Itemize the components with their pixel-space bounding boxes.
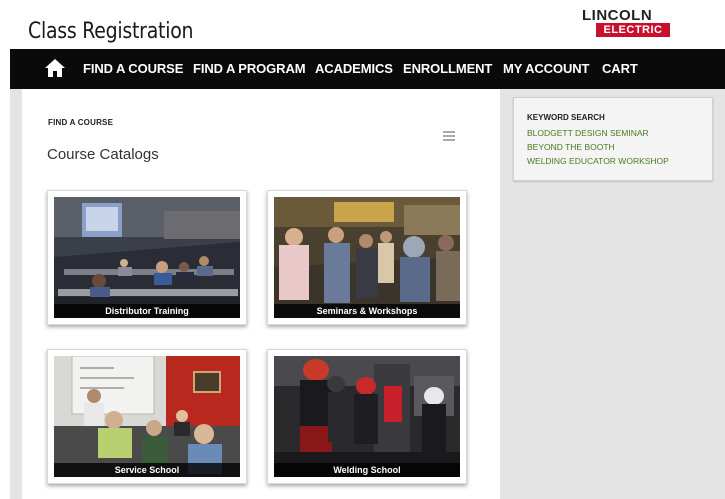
keyword-link-beyond-the-booth[interactable]: BEYOND THE BOOTH — [527, 142, 615, 152]
course-card-welding-school[interactable]: Welding School — [267, 349, 467, 484]
welding-school-photo: Welding School — [274, 356, 460, 477]
keyword-search-heading: KEYWORD SEARCH — [527, 113, 605, 122]
classroom-photo: Distributor Training — [54, 197, 240, 318]
course-card-seminars-workshops[interactable]: Seminars & Workshops — [267, 190, 467, 325]
left-gutter — [10, 89, 22, 499]
service-school-photo: Service School — [54, 356, 240, 477]
keyword-search-box: KEYWORD SEARCH BLODGETT DESIGN SEMINAR B… — [513, 97, 713, 181]
home-icon[interactable] — [45, 59, 65, 77]
card-caption: Service School — [54, 463, 240, 477]
page-title: Course Catalogs — [47, 146, 159, 163]
site-header: Class Registration LINCOLN ELECTRIC — [0, 0, 725, 49]
page-title-header: Class Registration — [28, 19, 194, 44]
main-content: FIND A COURSE Course Catalogs Distributo… — [22, 89, 500, 499]
course-card-service-school[interactable]: Service School — [47, 349, 247, 484]
nav-cart[interactable]: CART — [602, 49, 638, 89]
hamburger-menu-icon[interactable] — [443, 131, 455, 141]
logo-wordmark-bottom: ELECTRIC — [596, 23, 670, 37]
main-nav: FIND A COURSE FIND A PROGRAM ACADEMICS E… — [10, 49, 725, 89]
course-card-distributor-training[interactable]: Distributor Training — [47, 190, 247, 325]
nav-my-account[interactable]: MY ACCOUNT — [503, 49, 589, 89]
nav-enrollment[interactable]: ENROLLMENT — [403, 49, 492, 89]
nav-find-a-course[interactable]: FIND A COURSE — [83, 49, 183, 89]
workshop-photo: Seminars & Workshops — [274, 197, 460, 318]
logo-wordmark-top: LINCOLN — [582, 7, 653, 24]
breadcrumb: FIND A COURSE — [48, 118, 114, 127]
card-caption: Distributor Training — [54, 304, 240, 318]
nav-academics[interactable]: ACADEMICS — [315, 49, 393, 89]
nav-find-a-program[interactable]: FIND A PROGRAM — [193, 49, 306, 89]
keyword-link-blodgett[interactable]: BLODGETT DESIGN SEMINAR — [527, 128, 649, 138]
keyword-link-welding-educator[interactable]: WELDING EDUCATOR WORKSHOP — [527, 156, 669, 166]
card-caption: Seminars & Workshops — [274, 304, 460, 318]
lincoln-electric-logo[interactable]: LINCOLN ELECTRIC — [582, 7, 672, 39]
card-caption: Welding School — [274, 463, 460, 477]
